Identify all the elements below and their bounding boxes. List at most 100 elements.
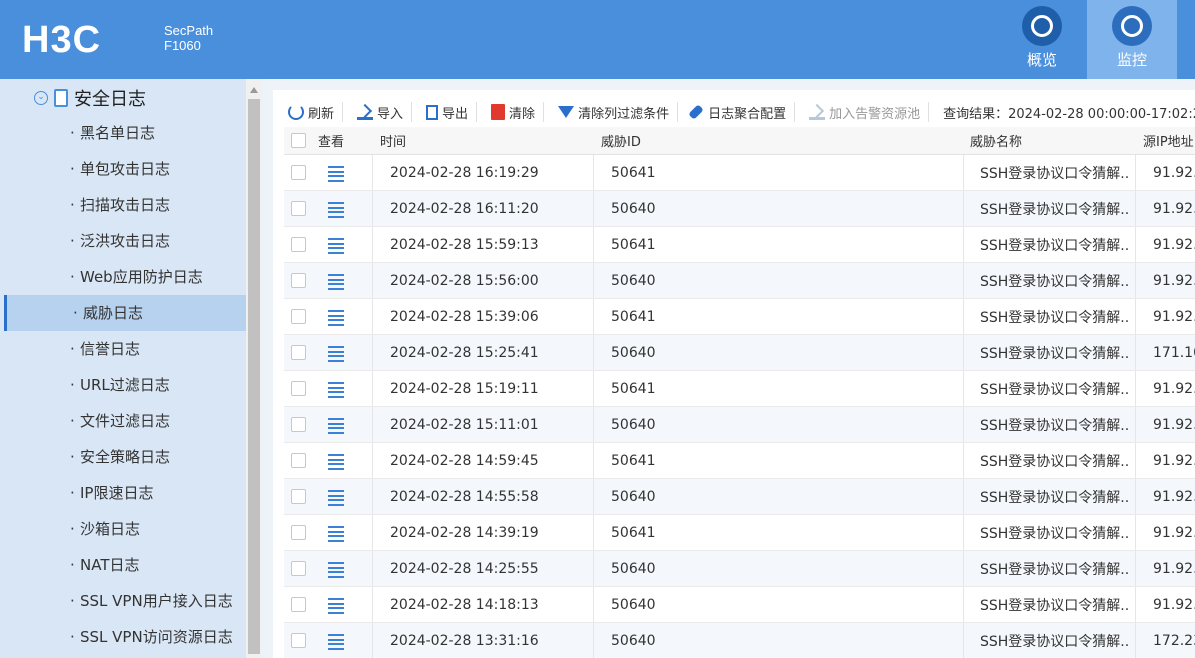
row-select-cell[interactable] xyxy=(291,587,311,622)
sidebar-item[interactable]: · SSL VPN用户接入日志 xyxy=(4,583,246,619)
column-header-threat-id[interactable]: 威胁ID xyxy=(601,127,641,154)
row-select-cell[interactable] xyxy=(291,479,311,514)
table-row[interactable]: 2024-02-28 13:31:16 50640 SSH登录协议口令猜解... 17… xyxy=(284,623,1195,658)
collapse-icon[interactable]: ⌄ xyxy=(34,91,48,105)
sidebar-item-label: 威胁日志 xyxy=(83,304,144,322)
row-checkbox[interactable] xyxy=(291,309,306,324)
table-row[interactable]: 2024-02-28 15:11:01 50640 SSH登录协议口令猜解... 91… xyxy=(284,407,1195,443)
nav-monitor[interactable]: 监控 xyxy=(1087,0,1177,79)
sidebar-item[interactable]: · SSL VPN访问资源日志 xyxy=(4,619,246,655)
sidebar-item[interactable]: · Web应用防护日志 xyxy=(4,259,246,295)
sidebar-item[interactable]: · URL过滤日志 xyxy=(4,367,246,403)
row-select-cell[interactable] xyxy=(291,371,311,406)
row-select-cell[interactable] xyxy=(291,551,311,586)
select-all-checkbox[interactable] xyxy=(291,133,306,148)
view-detail-button[interactable] xyxy=(328,155,348,190)
refresh-button[interactable]: 刷新 xyxy=(273,102,344,122)
table-row[interactable]: 2024-02-28 16:11:20 50640 SSH登录协议口令猜解... 91… xyxy=(284,191,1195,227)
row-checkbox[interactable] xyxy=(291,453,306,468)
row-select-cell[interactable] xyxy=(291,335,311,370)
sidebar-item[interactable]: · 扫描攻击日志 xyxy=(4,187,246,223)
table-row[interactable]: 2024-02-28 14:25:55 50640 SSH登录协议口令猜解... 91… xyxy=(284,551,1195,587)
sidebar-section-security-logs[interactable]: ⌄ 安全日志 xyxy=(34,87,146,110)
sidebar-item[interactable]: · 威胁日志 xyxy=(4,295,246,331)
import-button[interactable]: 导入 xyxy=(343,102,413,122)
sidebar-item[interactable]: · 安全策略日志 xyxy=(4,439,246,475)
row-checkbox[interactable] xyxy=(291,165,306,180)
sidebar-item-label: NAT日志 xyxy=(80,556,140,574)
scroll-up-arrow-icon[interactable] xyxy=(250,87,258,93)
row-checkbox[interactable] xyxy=(291,273,306,288)
view-detail-button[interactable] xyxy=(328,479,348,514)
table-row[interactable]: 2024-02-28 14:39:19 50641 SSH登录协议口令猜解... 91… xyxy=(284,515,1195,551)
table-row[interactable]: 2024-02-28 16:19:29 50641 SSH登录协议口令猜解... 91… xyxy=(284,155,1195,191)
sidebar-scroll-thumb[interactable] xyxy=(248,99,260,654)
row-checkbox[interactable] xyxy=(291,597,306,612)
row-checkbox[interactable] xyxy=(291,237,306,252)
sidebar-item[interactable]: · 单包攻击日志 xyxy=(4,151,246,187)
row-checkbox[interactable] xyxy=(291,561,306,576)
nav-overview[interactable]: 概览 xyxy=(997,0,1087,79)
row-select-cell[interactable] xyxy=(291,227,311,262)
view-detail-button[interactable] xyxy=(328,227,348,262)
sidebar-item[interactable]: · 泛洪攻击日志 xyxy=(4,223,246,259)
row-select-cell[interactable] xyxy=(291,191,311,226)
cell-threat-name: SSH登录协议口令猜解... xyxy=(980,345,1130,362)
log-aggregation-button[interactable]: 日志聚合配置 xyxy=(678,102,796,122)
row-select-cell[interactable] xyxy=(291,155,311,190)
column-header-time[interactable]: 时间 xyxy=(380,127,406,154)
view-detail-button[interactable] xyxy=(328,191,348,226)
table-row[interactable]: 2024-02-28 14:18:13 50640 SSH登录协议口令猜解... 91… xyxy=(284,587,1195,623)
view-detail-button[interactable] xyxy=(328,263,348,298)
view-detail-button[interactable] xyxy=(328,587,348,622)
view-detail-button[interactable] xyxy=(328,623,348,658)
row-checkbox[interactable] xyxy=(291,201,306,216)
table-row[interactable]: 2024-02-28 15:39:06 50641 SSH登录协议口令猜解... 91… xyxy=(284,299,1195,335)
row-select-cell[interactable] xyxy=(291,299,311,334)
export-button[interactable]: 导出 xyxy=(412,102,478,122)
table-row[interactable]: 2024-02-28 15:19:11 50641 SSH登录协议口令猜解... 91… xyxy=(284,371,1195,407)
sidebar-item[interactable]: · 沙箱日志 xyxy=(4,511,246,547)
sidebar-item[interactable]: · NAT日志 xyxy=(4,547,246,583)
row-select-cell[interactable] xyxy=(291,515,311,550)
select-all-cell[interactable] xyxy=(291,127,306,154)
bullet-icon: · xyxy=(70,160,75,178)
sidebar-item[interactable]: · 黑名单日志 xyxy=(4,115,246,151)
cell-threat-id: 50641 xyxy=(611,524,656,541)
view-detail-button[interactable] xyxy=(328,515,348,550)
row-checkbox[interactable] xyxy=(291,417,306,432)
sidebar-item[interactable]: · 文件过滤日志 xyxy=(4,403,246,439)
row-checkbox[interactable] xyxy=(291,381,306,396)
table-row[interactable]: 2024-02-28 15:59:13 50641 SSH登录协议口令猜解... 91… xyxy=(284,227,1195,263)
view-detail-button[interactable] xyxy=(328,407,348,442)
view-detail-button[interactable] xyxy=(328,371,348,406)
row-checkbox[interactable] xyxy=(291,633,306,648)
row-select-cell[interactable] xyxy=(291,263,311,298)
clear-filter-button[interactable]: 清除列过滤条件 xyxy=(544,102,679,122)
table-row[interactable]: 2024-02-28 14:55:58 50640 SSH登录协议口令猜解... 91… xyxy=(284,479,1195,515)
cell-source-ip: 91.92.2 xyxy=(1153,452,1195,469)
clear-button[interactable]: 清除 xyxy=(477,102,545,122)
column-header-threat-name[interactable]: 威胁名称 xyxy=(970,127,1022,154)
row-checkbox[interactable] xyxy=(291,525,306,540)
bullet-icon: · xyxy=(73,304,78,322)
row-select-cell[interactable] xyxy=(291,623,311,658)
sidebar-item-label: 信誉日志 xyxy=(80,340,141,358)
row-checkbox[interactable] xyxy=(291,489,306,504)
sidebar-item[interactable]: · IP限速日志 xyxy=(4,475,246,511)
add-alarm-pool-button[interactable]: 加入告警资源池 xyxy=(795,102,930,122)
column-header-source-ip[interactable]: 源IP地址 xyxy=(1143,127,1194,154)
table-row[interactable]: 2024-02-28 15:56:00 50640 SSH登录协议口令猜解... 91… xyxy=(284,263,1195,299)
column-header-view: 查看 xyxy=(318,135,345,150)
view-detail-button[interactable] xyxy=(328,443,348,478)
table-row[interactable]: 2024-02-28 15:25:41 50640 SSH登录协议口令猜解... 17… xyxy=(284,335,1195,371)
table-row[interactable]: 2024-02-28 14:59:45 50641 SSH登录协议口令猜解... 91… xyxy=(284,443,1195,479)
view-detail-button[interactable] xyxy=(328,551,348,586)
view-detail-button[interactable] xyxy=(328,299,348,334)
sidebar-scrollbar[interactable] xyxy=(246,79,262,658)
row-select-cell[interactable] xyxy=(291,443,311,478)
row-checkbox[interactable] xyxy=(291,345,306,360)
row-select-cell[interactable] xyxy=(291,407,311,442)
view-detail-button[interactable] xyxy=(328,335,348,370)
sidebar-item[interactable]: · 信誉日志 xyxy=(4,331,246,367)
